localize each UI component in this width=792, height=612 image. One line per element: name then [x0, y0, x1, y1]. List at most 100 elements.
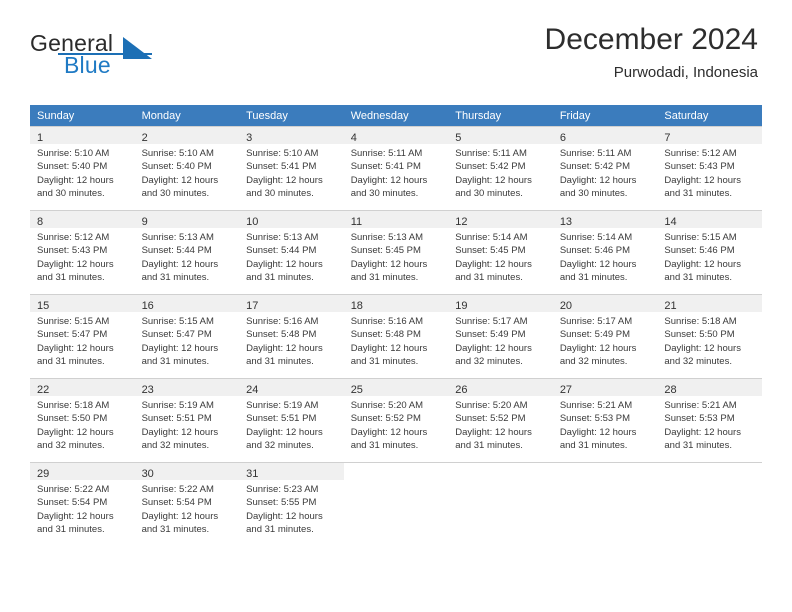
day-detail-lines: Sunrise: 5:15 AM Sunset: 5:46 PM Daylight:…	[657, 228, 762, 285]
daylight-text-line2: and 31 minutes.	[664, 272, 732, 284]
daylight-text-line1: Daylight: 12 hours	[37, 426, 114, 438]
day-number: 17	[246, 300, 259, 312]
calendar-day-cell[interactable]: 15 Sunrise: 5:15 AM Sunset: 5:47 PM Dayligh…	[30, 294, 135, 378]
calendar-day-cell[interactable]: 17 Sunrise: 5:16 AM Sunset: 5:48 PM Dayligh…	[239, 294, 344, 378]
calendar-day-cell[interactable]: 18 Sunrise: 5:16 AM Sunset: 5:48 PM Dayligh…	[343, 294, 449, 378]
calendar-day-cell[interactable]: 12 Sunrise: 5:14 AM Sunset: 5:45 PM Dayligh…	[448, 210, 553, 294]
day-number-band: 17	[239, 295, 344, 312]
calendar-day-cell[interactable]: 26 Sunrise: 5:20 AM Sunset: 5:52 PM Dayligh…	[448, 378, 553, 462]
calendar-day-cell[interactable]: 27 Sunrise: 5:21 AM Sunset: 5:53 PM Dayligh…	[552, 378, 658, 462]
day-number: 7	[664, 132, 671, 144]
day-number-band: 21	[657, 295, 762, 312]
day-detail-lines	[553, 480, 658, 483]
sunrise-text: Sunrise: 5:15 AM	[141, 316, 214, 327]
calendar-day-cell[interactable]: 22 Sunrise: 5:18 AM Sunset: 5:50 PM Dayligh…	[30, 378, 135, 462]
day-detail-lines: Sunrise: 5:17 AM Sunset: 5:49 PM Daylight:…	[448, 312, 553, 369]
daylight-text-line1: Daylight: 12 hours	[141, 258, 219, 270]
daylight-text-line1: Daylight: 12 hours	[559, 174, 637, 186]
calendar-day-cell[interactable]: 29 Sunrise: 5:22 AM Sunset: 5:54 PM Dayligh…	[30, 462, 135, 546]
day-number-band: 20	[552, 295, 658, 312]
daylight-text-line2: and 32 minutes.	[664, 356, 732, 368]
day-detail-lines: Sunrise: 5:23 AM Sunset: 5:55 PM Daylight:…	[239, 480, 344, 537]
day-cell-content: 14 Sunrise: 5:15 AM Sunset: 5:46 PM Dayligh…	[657, 210, 762, 294]
daylight-text-line1: Daylight: 12 hours	[141, 510, 219, 522]
day-cell-content: 11 Sunrise: 5:13 AM Sunset: 5:45 PM Dayligh…	[343, 210, 449, 294]
calendar-day-cell[interactable]: 4 Sunrise: 5:11 AM Sunset: 5:41 PM Daylight…	[343, 126, 449, 210]
day-number-band: 29	[30, 463, 135, 480]
calendar-day-cell[interactable]: 14 Sunrise: 5:15 AM Sunset: 5:46 PM Dayligh…	[657, 210, 762, 294]
calendar-day-cell[interactable]: 1 Sunrise: 5:10 AM Sunset: 5:40 PM Daylight…	[30, 126, 135, 210]
daylight-text-line2: and 31 minutes.	[246, 356, 314, 368]
sunrise-text: Sunrise: 5:17 AM	[559, 316, 633, 327]
sunset-text: Sunset: 5:43 PM	[664, 161, 735, 173]
logo-text-blue: Blue	[64, 52, 111, 78]
day-detail-lines: Sunrise: 5:12 AM Sunset: 5:43 PM Daylight:…	[657, 144, 762, 201]
calendar-day-cell[interactable]: 25 Sunrise: 5:20 AM Sunset: 5:52 PM Dayligh…	[343, 378, 449, 462]
sunset-text: Sunset: 5:50 PM	[37, 413, 108, 425]
daylight-text-line2: and 31 minutes.	[350, 356, 419, 368]
calendar-day-cell[interactable]: 24 Sunrise: 5:19 AM Sunset: 5:51 PM Dayligh…	[239, 378, 344, 462]
calendar-day-cell[interactable]: 7 Sunrise: 5:12 AM Sunset: 5:43 PM Daylight…	[657, 126, 762, 210]
sunrise-text: Sunrise: 5:11 AM	[455, 148, 527, 159]
calendar-week-row: 1 Sunrise: 5:10 AM Sunset: 5:40 PM Daylight…	[30, 126, 762, 210]
day-number-band: 7	[657, 127, 762, 144]
calendar-day-cell[interactable]: 5 Sunrise: 5:11 AM Sunset: 5:42 PM Daylight…	[448, 126, 553, 210]
general-blue-logo[interactable]: General Blue	[30, 30, 180, 88]
day-cell-content: 4 Sunrise: 5:11 AM Sunset: 5:41 PM Daylight…	[343, 126, 449, 210]
sunrise-text: Sunrise: 5:15 AM	[37, 316, 110, 327]
day-cell-content: 15 Sunrise: 5:15 AM Sunset: 5:47 PM Dayligh…	[30, 294, 135, 378]
daylight-text-line2: and 32 minutes.	[37, 440, 105, 452]
weekday-header-monday: Monday	[134, 105, 240, 126]
calendar-day-cell[interactable]: 13 Sunrise: 5:14 AM Sunset: 5:46 PM Dayligh…	[552, 210, 658, 294]
daylight-text-line2: and 30 minutes.	[350, 188, 419, 200]
daylight-text-line1: Daylight: 12 hours	[141, 426, 219, 438]
day-number: 27	[559, 384, 573, 396]
day-number-band	[657, 463, 762, 480]
calendar-day-cell[interactable]: 3 Sunrise: 5:10 AM Sunset: 5:41 PM Daylight…	[239, 126, 344, 210]
daylight-text-line1: Daylight: 12 hours	[37, 510, 114, 522]
calendar-day-cell[interactable]: 31 Sunrise: 5:23 AM Sunset: 5:55 PM Dayligh…	[239, 462, 344, 546]
daylight-text-line1: Daylight: 12 hours	[559, 258, 637, 270]
sunset-text: Sunset: 5:45 PM	[350, 245, 421, 257]
day-detail-lines: Sunrise: 5:20 AM Sunset: 5:52 PM Daylight:…	[448, 396, 553, 453]
day-number: 18	[350, 300, 363, 312]
daylight-text-line1: Daylight: 12 hours	[664, 426, 741, 438]
day-number-band: 3	[239, 127, 344, 144]
calendar-day-cell[interactable]: 9 Sunrise: 5:13 AM Sunset: 5:44 PM Daylight…	[134, 210, 240, 294]
calendar-day-cell[interactable]: 21 Sunrise: 5:18 AM Sunset: 5:50 PM Dayligh…	[657, 294, 762, 378]
calendar-day-cell[interactable]: 2 Sunrise: 5:10 AM Sunset: 5:40 PM Daylight…	[134, 126, 240, 210]
sunset-text: Sunset: 5:55 PM	[246, 497, 317, 509]
sunrise-text: Sunrise: 5:18 AM	[664, 316, 737, 327]
calendar-week-row: 29 Sunrise: 5:22 AM Sunset: 5:54 PM Dayligh…	[30, 462, 762, 546]
calendar-day-cell[interactable]: 16 Sunrise: 5:15 AM Sunset: 5:47 PM Dayligh…	[134, 294, 240, 378]
calendar-day-cell[interactable]: 10 Sunrise: 5:13 AM Sunset: 5:44 PM Dayligh…	[239, 210, 344, 294]
day-detail-lines: Sunrise: 5:19 AM Sunset: 5:51 PM Daylight:…	[239, 396, 344, 453]
page-title: December 2024	[544, 23, 758, 56]
calendar-day-cell[interactable]: 28 Sunrise: 5:21 AM Sunset: 5:53 PM Dayligh…	[657, 378, 762, 462]
sunset-text: Sunset: 5:46 PM	[664, 245, 735, 257]
calendar-day-cell[interactable]: 20 Sunrise: 5:17 AM Sunset: 5:49 PM Dayligh…	[552, 294, 658, 378]
calendar-day-cell[interactable]: 8 Sunrise: 5:12 AM Sunset: 5:43 PM Daylight…	[30, 210, 135, 294]
day-detail-lines: Sunrise: 5:12 AM Sunset: 5:43 PM Daylight:…	[30, 228, 135, 285]
day-number-band: 26	[448, 379, 553, 396]
calendar-day-cell[interactable]: 19 Sunrise: 5:17 AM Sunset: 5:49 PM Dayligh…	[448, 294, 553, 378]
page-header: General Blue December 2024 Purwodadi, In…	[30, 22, 758, 94]
day-number-band: 28	[657, 379, 762, 396]
calendar-day-cell[interactable]: 6 Sunrise: 5:11 AM Sunset: 5:42 PM Daylight…	[552, 126, 658, 210]
calendar-day-cell[interactable]: 23 Sunrise: 5:19 AM Sunset: 5:51 PM Dayligh…	[134, 378, 240, 462]
daylight-text-line1: Daylight: 12 hours	[246, 510, 323, 522]
daylight-text-line2: and 31 minutes.	[141, 272, 210, 284]
daylight-text-line2: and 31 minutes.	[37, 272, 105, 284]
day-cell-content: 22 Sunrise: 5:18 AM Sunset: 5:50 PM Dayligh…	[30, 378, 135, 462]
sunrise-text: Sunrise: 5:22 AM	[37, 484, 110, 495]
daylight-text-line2: and 31 minutes.	[246, 524, 314, 536]
day-number-band: 12	[448, 211, 553, 228]
calendar-day-cell	[657, 462, 762, 546]
calendar-day-cell[interactable]: 11 Sunrise: 5:13 AM Sunset: 5:45 PM Dayligh…	[343, 210, 449, 294]
day-detail-lines: Sunrise: 5:16 AM Sunset: 5:48 PM Daylight:…	[344, 312, 449, 369]
daylight-text-line2: and 31 minutes.	[141, 524, 210, 536]
day-number: 22	[37, 384, 50, 396]
calendar-day-cell[interactable]: 30 Sunrise: 5:22 AM Sunset: 5:54 PM Dayligh…	[134, 462, 240, 546]
daylight-text-line1: Daylight: 12 hours	[350, 174, 428, 186]
sunset-text: Sunset: 5:47 PM	[37, 329, 108, 341]
